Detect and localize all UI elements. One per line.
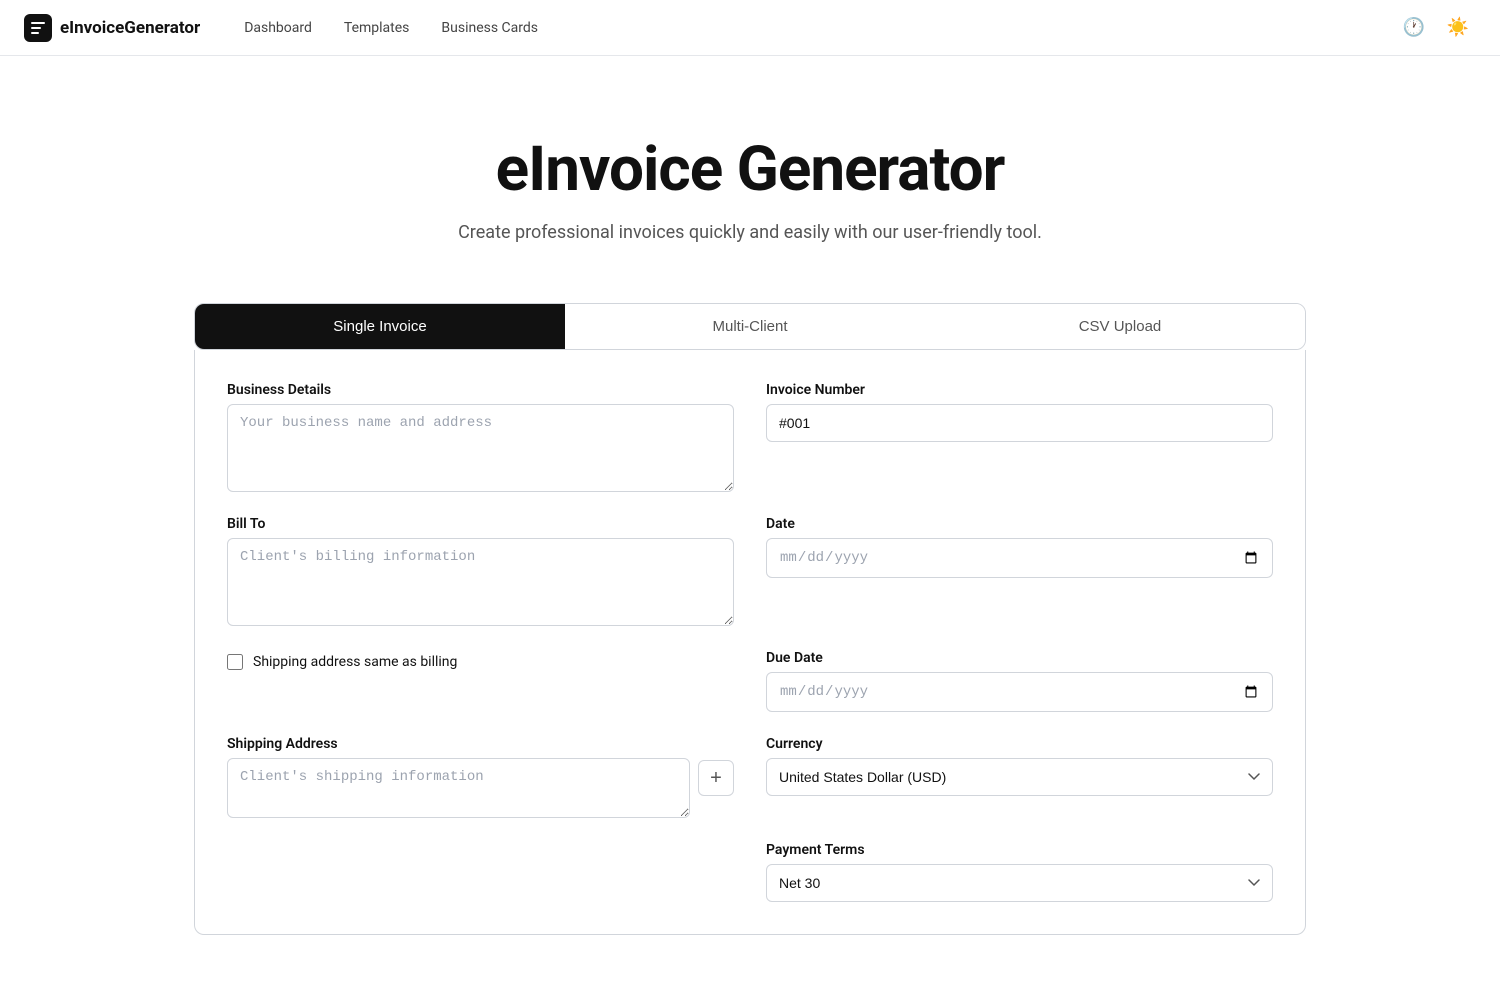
theme-toggle-button[interactable]: ☀️: [1440, 10, 1476, 46]
tabs: Single Invoice Multi-Client CSV Upload: [194, 303, 1306, 350]
bill-to-label: Bill To: [227, 516, 734, 532]
bill-to-group: Bill To: [227, 516, 734, 626]
shipping-input-row: +: [227, 758, 734, 818]
payment-terms-select[interactable]: Net 15 Net 30 Net 45 Net 60 Due on Recei…: [766, 864, 1273, 902]
form-grid: Business Details Invoice Number Bill To …: [227, 382, 1273, 902]
hero-title: eInvoice Generator: [24, 136, 1476, 204]
form-panel: Business Details Invoice Number Bill To …: [194, 350, 1306, 935]
form-container: Single Invoice Multi-Client CSV Upload B…: [170, 303, 1330, 995]
hero-section: eInvoice Generator Create professional i…: [0, 56, 1500, 303]
nav-link-business-cards[interactable]: Business Cards: [429, 14, 550, 42]
date-input[interactable]: [766, 538, 1273, 578]
shipping-address-input[interactable]: [227, 758, 690, 818]
payment-terms-group: Payment Terms Net 15 Net 30 Net 45 Net 6…: [766, 842, 1273, 902]
history-button[interactable]: 🕐: [1396, 10, 1432, 46]
due-date-group: Due Date: [766, 650, 1273, 712]
logo-icon: [24, 14, 52, 42]
due-date-input[interactable]: [766, 672, 1273, 712]
currency-select[interactable]: United States Dollar (USD) Euro (EUR) Br…: [766, 758, 1273, 796]
business-details-label: Business Details: [227, 382, 734, 398]
invoice-number-group: Invoice Number: [766, 382, 1273, 492]
hero-subtitle: Create professional invoices quickly and…: [24, 222, 1476, 243]
add-shipping-button[interactable]: +: [698, 760, 734, 796]
currency-label: Currency: [766, 736, 1273, 752]
date-field-group: Date: [766, 516, 1273, 626]
payment-terms-label: Payment Terms: [766, 842, 1273, 858]
business-details-input[interactable]: [227, 404, 734, 492]
logo[interactable]: eInvoiceGenerator: [24, 14, 200, 42]
nav-link-dashboard[interactable]: Dashboard: [232, 14, 324, 42]
shipping-address-label: Shipping Address: [227, 736, 734, 752]
due-date-label: Due Date: [766, 650, 1273, 666]
invoice-number-label: Invoice Number: [766, 382, 1273, 398]
tab-csv-upload[interactable]: CSV Upload: [935, 304, 1305, 349]
invoice-number-input[interactable]: [766, 404, 1273, 442]
shipping-checkbox-group: Shipping address same as billing: [227, 650, 734, 712]
bill-to-input[interactable]: [227, 538, 734, 626]
tab-single-invoice[interactable]: Single Invoice: [195, 304, 565, 349]
shipping-same-checkbox[interactable]: [227, 654, 243, 670]
theme-icon: ☀️: [1447, 17, 1469, 38]
nav-link-templates[interactable]: Templates: [332, 14, 422, 42]
history-icon: 🕐: [1403, 17, 1425, 38]
date-label: Date: [766, 516, 1273, 532]
logo-text: eInvoiceGenerator: [60, 18, 200, 38]
currency-group: Currency United States Dollar (USD) Euro…: [766, 736, 1273, 818]
tab-multi-client[interactable]: Multi-Client: [565, 304, 935, 349]
nav-actions: 🕐 ☀️: [1396, 10, 1476, 46]
business-details-group: Business Details: [227, 382, 734, 492]
plus-icon: +: [710, 767, 722, 790]
navbar: eInvoiceGenerator Dashboard Templates Bu…: [0, 0, 1500, 56]
nav-links: Dashboard Templates Business Cards: [232, 14, 1396, 42]
shipping-same-label[interactable]: Shipping address same as billing: [253, 654, 457, 670]
shipping-address-group: Shipping Address +: [227, 736, 734, 818]
